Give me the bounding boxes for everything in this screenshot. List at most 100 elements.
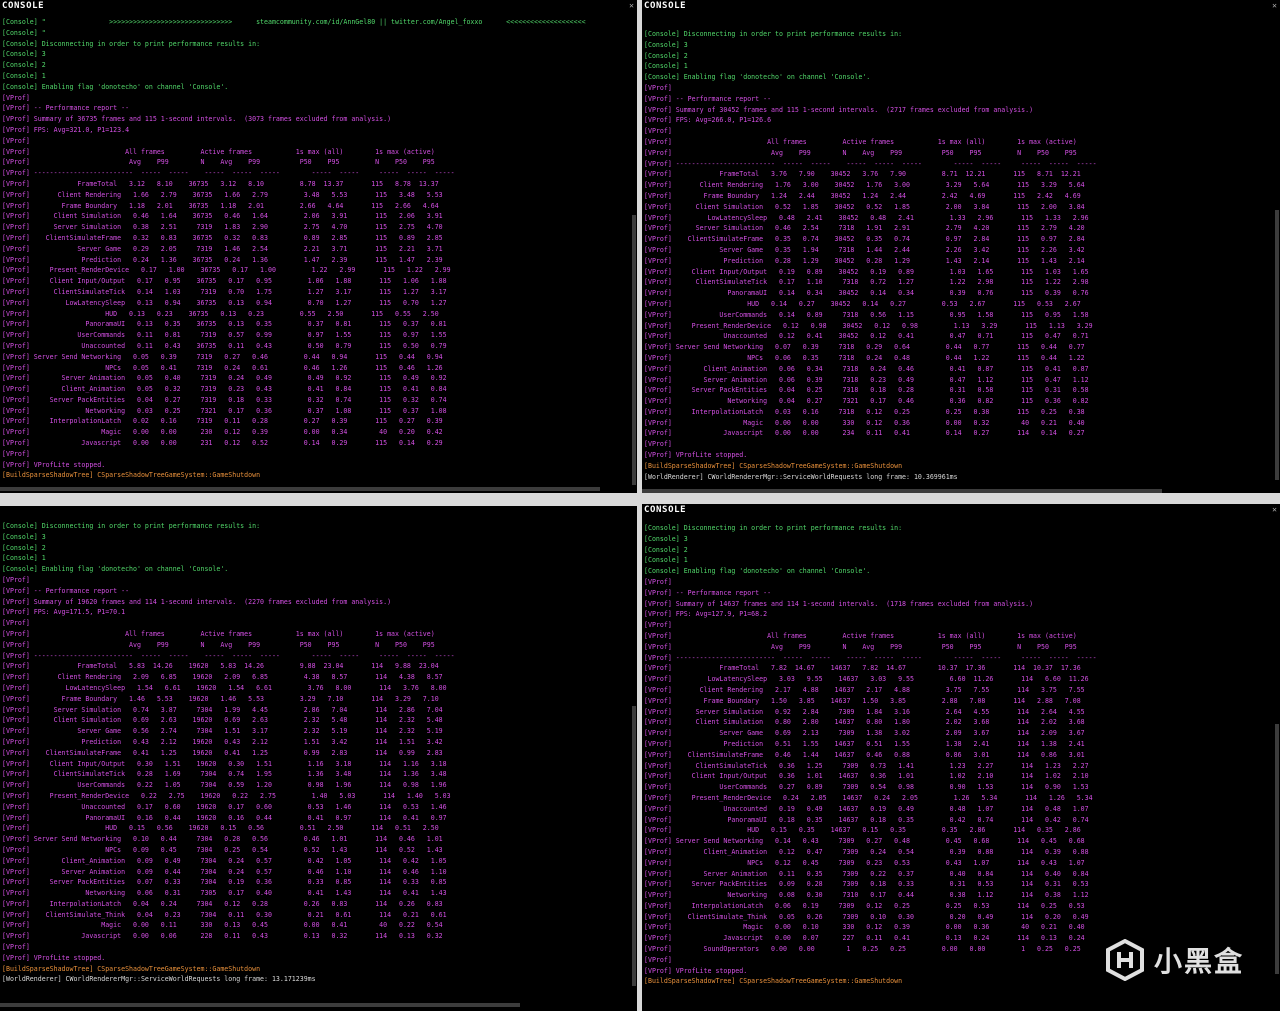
log-line: [VProf] -- Performance report -- xyxy=(644,588,772,597)
log-line: [VProf] Client Simulation 0.69 2.63 1962… xyxy=(2,716,443,725)
log-line: [WorldRenderer] CWorldRendererMgr::Servi… xyxy=(2,975,316,984)
horizontal-scrollbar[interactable] xyxy=(0,1003,520,1007)
log-line: [VProf] Javascript 0.00 0.00 234 0.11 0.… xyxy=(644,429,1085,438)
log-line: [VProf] Server Simulation 0.74 3.87 7304… xyxy=(2,705,443,714)
console-log: [Console] " >>>>>>>>>>>>>>>>>>>>>>>>>>>>… xyxy=(2,17,629,481)
console-pane-top-right: CONSOLE ✕ [Console] Disconnecting in ord… xyxy=(642,0,1280,493)
log-line: [VProf] PanoramaUI 0.14 0.34 30452 0.14 … xyxy=(644,289,1089,298)
log-line: [VProf] Client_Animation 0.06 0.34 7318 … xyxy=(644,364,1089,373)
log-line: [BuildSparseShadowTree] CSparseShadowTre… xyxy=(644,461,903,470)
log-line: [VProf] LowLatencySleep 3.03 9.55 14637 … xyxy=(644,675,1089,684)
log-line: [VProf] LowLatencySleep 1.54 6.61 19620 … xyxy=(2,683,447,692)
log-line: [VProf] Frame Boundary 1.50 3.85 14637 1… xyxy=(644,696,1081,705)
log-line: [VProf] xyxy=(2,136,30,145)
log-line: [VProf] -- Performance report -- xyxy=(2,586,130,595)
log-line: [VProf] xyxy=(644,440,672,449)
log-line: [VProf] ------------------------- ----- … xyxy=(644,653,1097,662)
log-line: [VProf] xyxy=(644,127,672,136)
log-line: [Console] 2 xyxy=(2,543,46,552)
log-line: [VProf] PanoramaUI 0.16 0.44 19620 0.16 … xyxy=(2,813,447,822)
log-line: [VProf] FrameTotal 5.83 14.26 19620 5.83… xyxy=(2,662,439,671)
log-line: [VProf] Server PackEntities 0.04 0.25 73… xyxy=(644,386,1089,395)
log-line: [VProf] Javascript 0.00 0.00 231 0.12 0.… xyxy=(2,439,443,448)
log-line: [VProf] LowLatencySleep 0.13 0.94 36735 … xyxy=(2,298,447,307)
log-line: [VProf] VProfLite stopped. xyxy=(2,953,106,962)
log-line: [VProf] VProfLite stopped. xyxy=(644,451,748,460)
log-line: [VProf] ClientSimulateTick 0.17 1.10 731… xyxy=(644,278,1089,287)
log-line: [Console] 2 xyxy=(644,545,688,554)
console-title: CONSOLE xyxy=(2,1,45,11)
log-line: [VProf] All frames Active frames 1s max … xyxy=(644,137,1077,146)
log-line: [VProf] Summary of 19620 frames and 114 … xyxy=(2,597,392,606)
log-line: [VProf] InterpolationLatch 0.02 0.16 731… xyxy=(2,417,443,426)
vertical-scrollbar[interactable] xyxy=(1275,210,1279,480)
log-line: [VProf] xyxy=(2,619,30,628)
log-line: [VProf] Prediction 0.43 2.12 19620 0.43 … xyxy=(2,737,443,746)
log-line: [Console] Disconnecting in order to prin… xyxy=(2,522,261,530)
log-line: [Console] Disconnecting in order to prin… xyxy=(644,30,903,38)
log-line: [Console] Enabling flag 'donotecho' on c… xyxy=(644,567,871,576)
log-line: [VProf] xyxy=(644,577,672,586)
vertical-scrollbar[interactable] xyxy=(1275,724,1279,974)
close-icon[interactable]: ✕ xyxy=(1272,504,1277,515)
close-icon[interactable]: ✕ xyxy=(629,0,634,11)
log-line: [Console] 1 xyxy=(644,556,688,565)
log-line: [VProf] HUD 0.15 0.56 19620 0.15 0.56 0.… xyxy=(2,824,439,833)
log-line: [Console] Enabling flag 'donotecho' on c… xyxy=(644,73,871,82)
console-log: [Console] Disconnecting in order to prin… xyxy=(644,29,1272,485)
log-line: [VProf] Summary of 30452 frames and 115 … xyxy=(644,105,1034,114)
vertical-scrollbar[interactable] xyxy=(632,706,636,986)
console-title: CONSOLE xyxy=(644,1,687,11)
log-line: [VProf] Client_Animation 0.05 0.32 7319 … xyxy=(2,385,447,394)
log-line: [VProf] UserCommands 0.27 0.89 7309 0.54… xyxy=(644,783,1089,792)
log-line: [VProf] HUD 0.13 0.23 36735 0.13 0.23 0.… xyxy=(2,309,439,318)
log-line: [VProf] Server Animation 0.09 0.44 7304 … xyxy=(2,867,447,876)
log-line: [Console] 1 xyxy=(644,62,688,71)
log-line: [VProf] Networking 0.04 0.27 7321 0.17 0… xyxy=(644,397,1089,406)
log-line: [VProf] Server Game 0.29 2.05 7319 1.46 … xyxy=(2,244,443,253)
log-line: [VProf] ClientSimulate_Think 0.04 0.23 7… xyxy=(2,910,447,919)
log-line: [VProf] ------------------------- ----- … xyxy=(644,159,1097,168)
log-line: [VProf] Server PackEntities 0.07 0.33 73… xyxy=(2,878,447,887)
watermark-text: 小黑盒 xyxy=(1153,945,1244,978)
log-line: [VProf] Client Rendering 1.66 2.79 36735… xyxy=(2,190,443,199)
log-line: [VProf] Magic 0.00 0.11 330 0.13 0.45 0.… xyxy=(2,921,443,930)
log-line: [VProf] xyxy=(2,449,30,458)
log-line: [VProf] Server Simulation 0.38 2.51 7319… xyxy=(2,223,443,232)
log-line: [VProf] ------------------------- ----- … xyxy=(2,651,455,660)
log-line: [VProf] Present_RenderDevice 0.12 0.98 3… xyxy=(644,321,1093,330)
log-line: [VProf] FPS: Avg=321.0, P1=123.4 xyxy=(2,125,130,134)
console-log: [Console] Disconnecting in order to prin… xyxy=(2,521,629,999)
horizontal-scrollbar[interactable] xyxy=(0,487,600,491)
log-line: [VProf] ClientSimulateFrame 0.46 1.44 14… xyxy=(644,750,1085,759)
horizontal-scrollbar[interactable] xyxy=(642,489,1162,493)
log-line: [VProf] Networking 0.08 0.30 7310 0.17 0… xyxy=(644,891,1089,900)
log-line: [VProf] All frames Active frames 1s max … xyxy=(2,629,435,638)
log-line: [VProf] Client Simulation 0.46 1.64 3673… xyxy=(2,212,443,221)
vertical-scrollbar[interactable] xyxy=(632,215,636,485)
log-line: [Console] Disconnecting in order to prin… xyxy=(644,524,903,532)
log-line: [VProf] Client_Animation 0.09 0.49 7304 … xyxy=(2,856,447,865)
heybox-watermark: 小黑盒 xyxy=(1104,939,1244,981)
log-line: [VProf] Client Rendering 1.76 3.00 30452… xyxy=(644,181,1085,190)
log-line: [VProf] FPS: Avg=266.0, P1=126.6 xyxy=(644,116,772,125)
log-line: [VProf] Unaccounted 0.19 0.49 14637 0.19… xyxy=(644,804,1089,813)
log-line: [VProf] FrameTotal 7.82 14.67 14637 7.82… xyxy=(644,664,1081,673)
log-line: [VProf] Frame Boundary 1.24 2.44 30452 1… xyxy=(644,191,1081,200)
log-line: [VProf] xyxy=(2,93,30,102)
close-icon[interactable]: ✕ xyxy=(1272,0,1277,11)
log-line: [VProf] Networking 0.03 0.25 7321 0.17 0… xyxy=(2,406,447,415)
log-line: [VProf] Javascript 0.00 0.06 228 0.11 0.… xyxy=(2,932,443,941)
log-line: [VProf] Magic 0.00 0.00 230 0.12 0.39 0.… xyxy=(2,428,443,437)
heybox-logo-icon xyxy=(1105,939,1144,981)
log-line: [BuildSparseShadowTree] CSparseShadowTre… xyxy=(2,964,261,973)
log-line: [VProf] Networking 0.06 0.31 7305 0.17 0… xyxy=(2,889,447,898)
console-pane-top-left: CONSOLE ✕ [Console] " >>>>>>>>>>>>>>>>>>… xyxy=(0,0,637,493)
log-line: [VProf] Present_RenderDevice 0.22 2.75 1… xyxy=(2,791,451,800)
log-line: [VProf] FPS: Avg=127.9, P1=68.2 xyxy=(644,610,768,619)
log-line: [VProf] PanoramaUI 0.13 0.35 36735 0.13 … xyxy=(2,320,447,329)
log-line: [VProf] FrameTotal 3.76 7.90 30452 3.76 … xyxy=(644,170,1081,179)
log-line: [VProf] -- Performance report -- xyxy=(644,94,772,103)
log-line: [VProf] ClientSimulateFrame 0.35 0.74 30… xyxy=(644,235,1085,244)
log-line: [VProf] Client Input/Output 0.19 0.89 30… xyxy=(644,267,1089,276)
